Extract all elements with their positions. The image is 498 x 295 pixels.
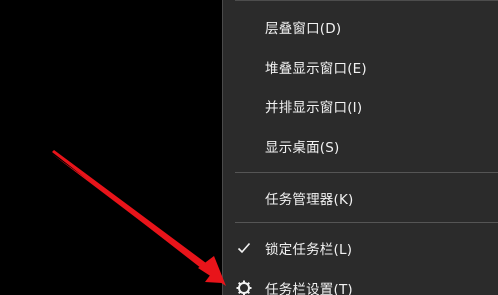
menu-item-stack-windows[interactable]: 堆叠显示窗口(E) — [223, 51, 498, 83]
menu-item-label: 任务管理器(K) — [265, 192, 354, 208]
menu-item-taskbar-settings[interactable]: 任务栏设置(T) — [223, 272, 498, 295]
gear-icon — [235, 279, 253, 295]
checkmark-icon — [235, 239, 253, 257]
taskbar-context-menu: 层叠窗口(D) 堆叠显示窗口(E) 并排显示窗口(I) 显示桌面(S) 任务管理… — [222, 0, 498, 295]
menu-item-label: 显示桌面(S) — [265, 140, 340, 156]
menu-item-task-manager[interactable]: 任务管理器(K) — [223, 182, 498, 214]
menu-item-lock-taskbar[interactable]: 锁定任务栏(L) — [223, 232, 498, 264]
menu-item-cascade-windows[interactable]: 层叠窗口(D) — [223, 11, 498, 43]
menu-item-label: 堆叠显示窗口(E) — [265, 61, 367, 77]
desktop-screen: 层叠窗口(D) 堆叠显示窗口(E) 并排显示窗口(I) 显示桌面(S) 任务管理… — [0, 0, 498, 295]
menu-item-show-desktop[interactable]: 显示桌面(S) — [223, 130, 498, 162]
menu-top-separator — [235, 0, 498, 1]
menu-item-label: 锁定任务栏(L) — [265, 242, 353, 258]
menu-separator — [235, 172, 498, 173]
menu-item-label: 任务栏设置(T) — [265, 282, 353, 295]
menu-item-label: 层叠窗口(D) — [265, 21, 342, 37]
menu-separator — [235, 222, 498, 223]
menu-item-label: 并排显示窗口(I) — [265, 100, 363, 116]
menu-item-side-by-side-windows[interactable]: 并排显示窗口(I) — [223, 90, 498, 122]
